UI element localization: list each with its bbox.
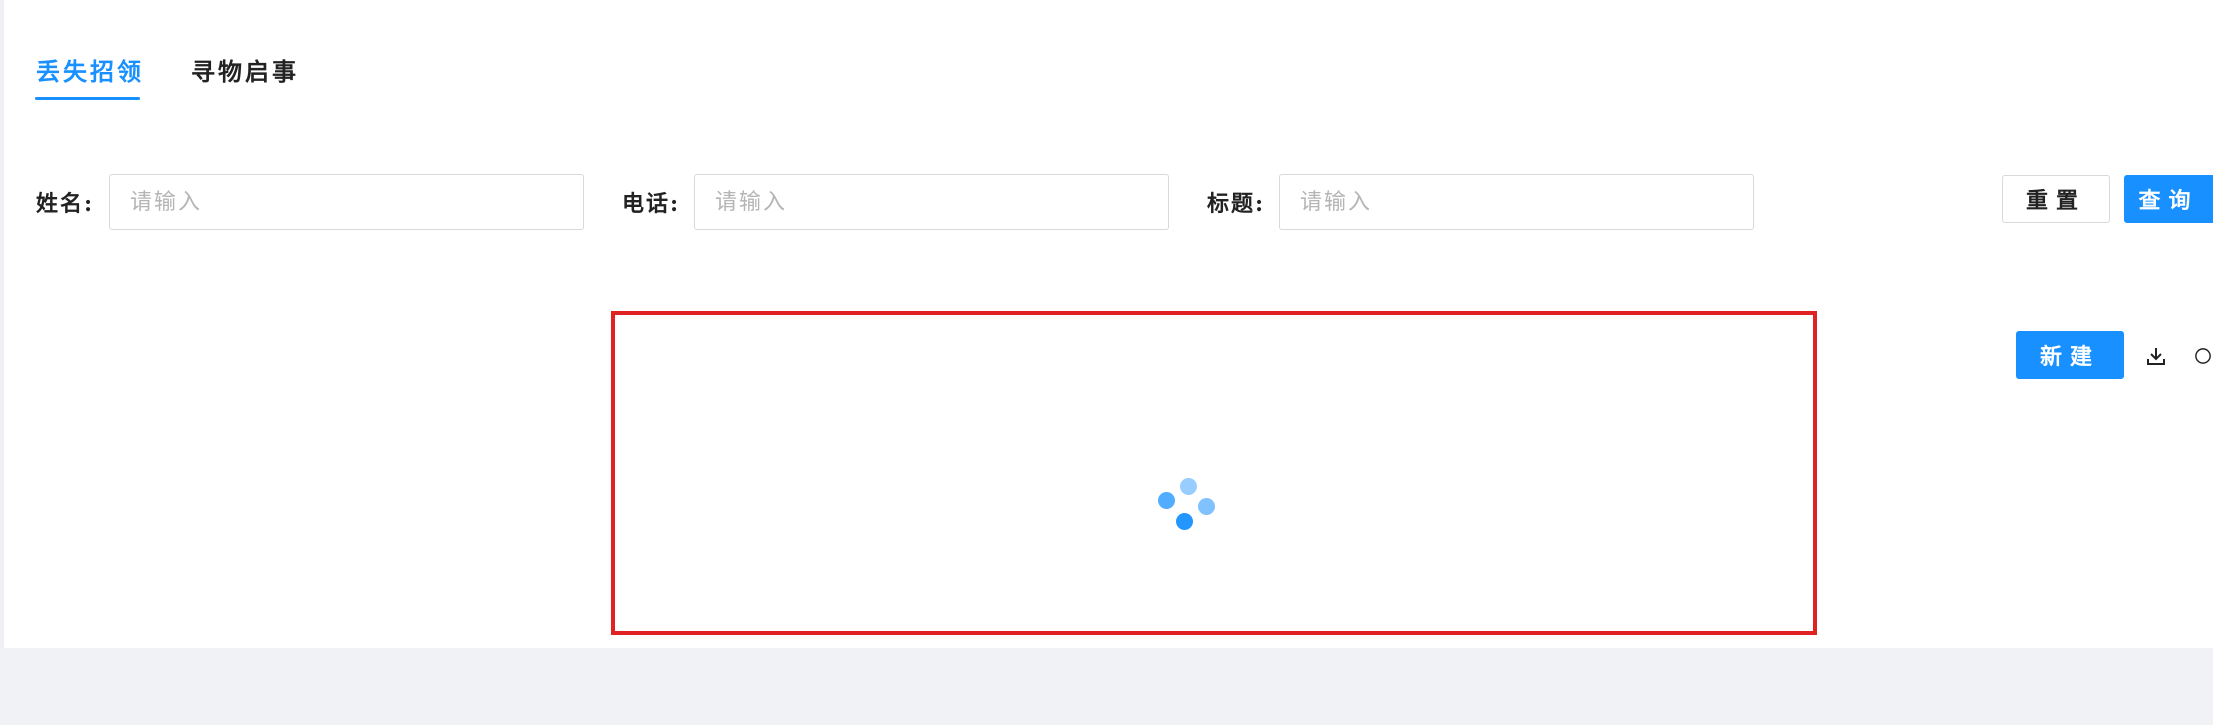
reset-button[interactable]: 重置 [2002,175,2110,223]
name-input[interactable] [109,174,584,230]
name-label: 姓名: [36,191,95,217]
refresh-icon[interactable] [2193,340,2213,372]
tab-lost-notice[interactable]: 寻物启事 [191,52,299,100]
download-icon[interactable] [2140,340,2172,372]
title-input[interactable] [1279,174,1754,230]
phone-input[interactable] [694,174,1169,230]
active-tab-indicator [35,97,140,100]
new-button[interactable]: 新建 [2016,331,2124,379]
tab-lost-found[interactable]: 丢失招领 [36,52,144,100]
loading-spinner [1156,476,1220,540]
footer-band [0,648,2213,725]
table-loading-region [611,311,1817,635]
title-label: 标题: [1207,191,1266,217]
query-button[interactable]: 查询 [2124,175,2213,223]
phone-label: 电话: [622,191,681,217]
